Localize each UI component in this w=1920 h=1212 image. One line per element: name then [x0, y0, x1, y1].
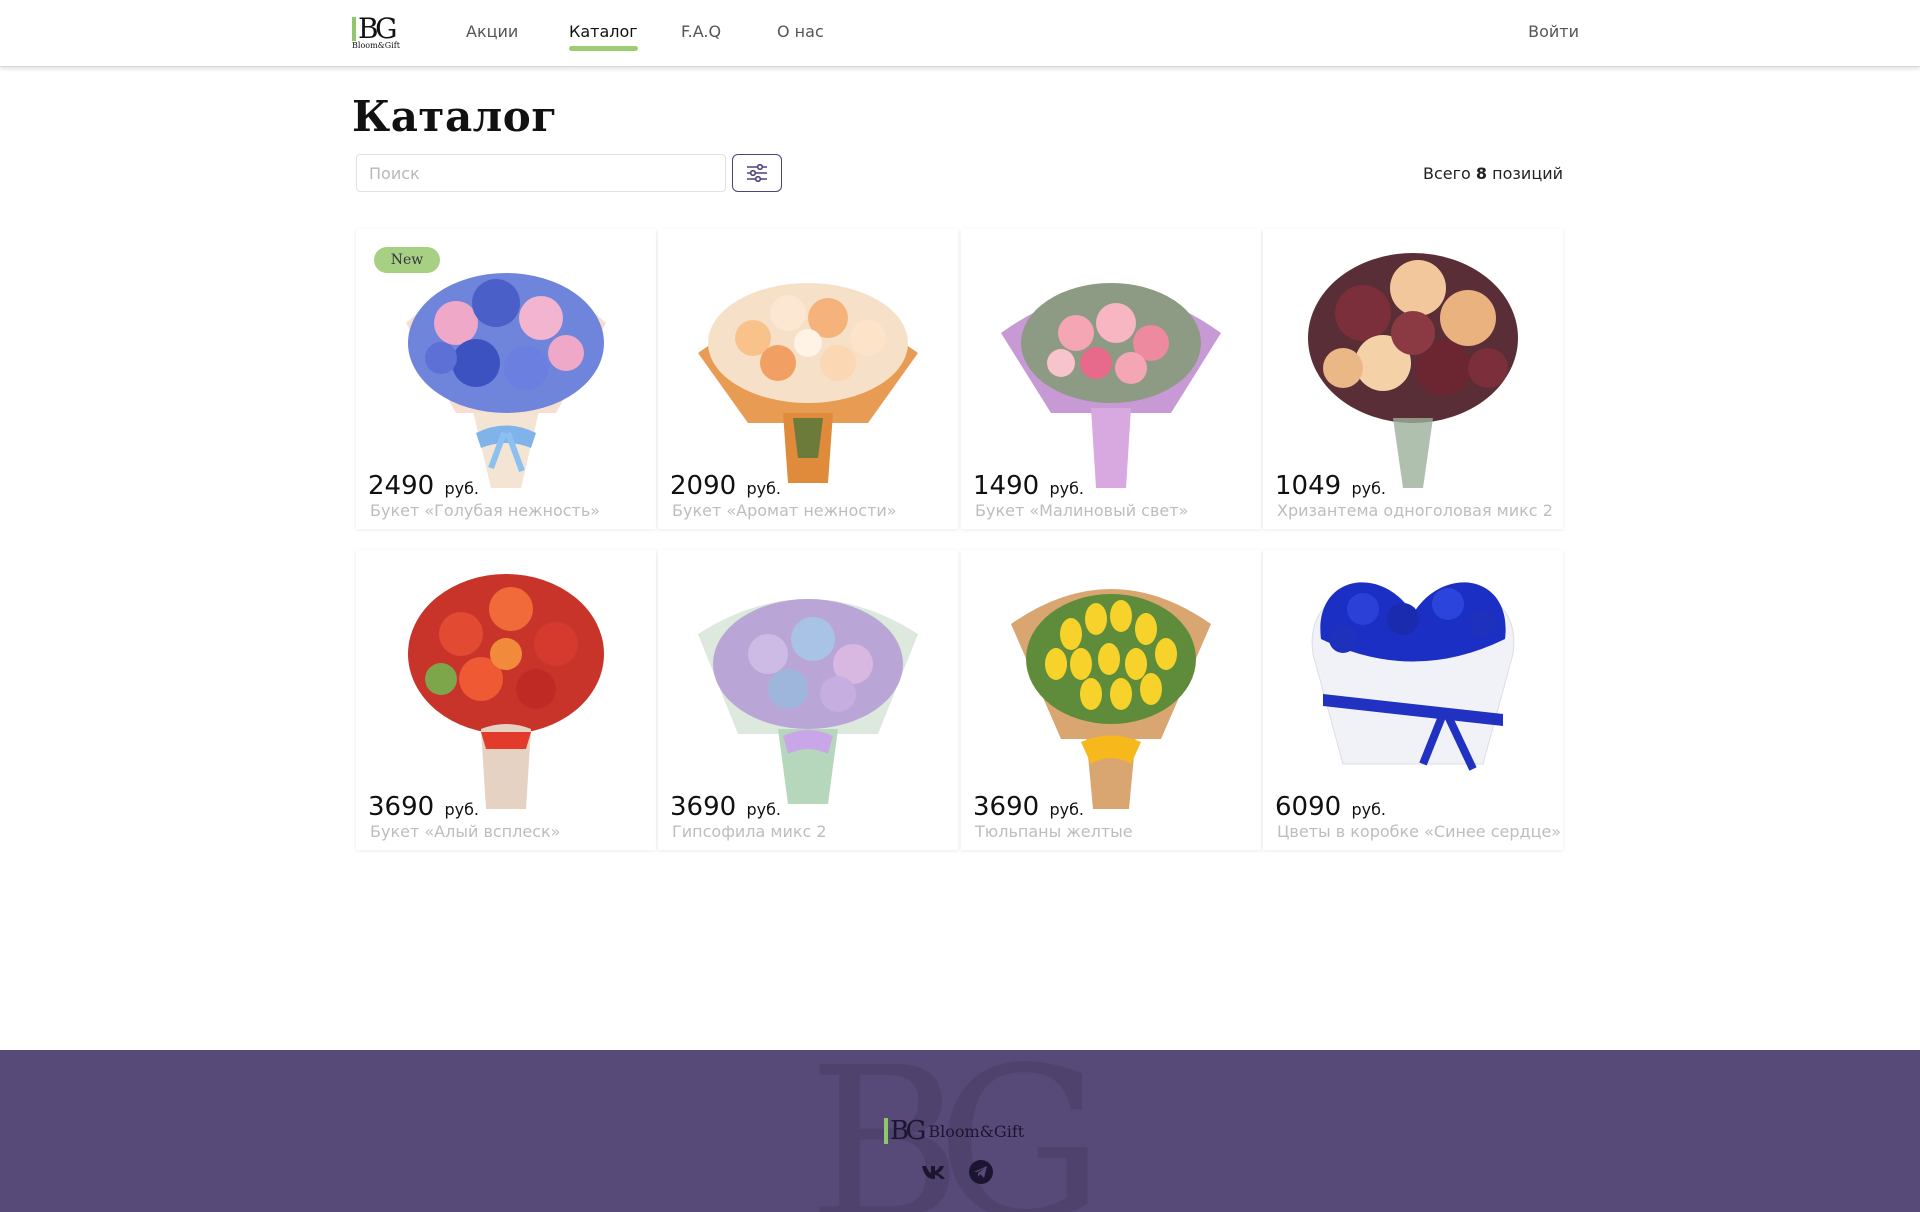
blue-hyacinth-bouquet-image [406, 273, 606, 488]
product-name: Букет «Голубая нежность» [370, 501, 601, 520]
site-header: BG Bloom&Gift Акции Каталог F.A.Q О нас … [0, 0, 1920, 67]
product-name: Цветы в коробке «Синее сердце» [1277, 822, 1562, 841]
blue-heart-box-image [1311, 582, 1515, 771]
nav-catalog[interactable]: Каталог [569, 22, 638, 51]
product-price: 3690 руб. [670, 792, 782, 822]
login-link[interactable]: Войти [1528, 22, 1579, 41]
site-footer: BG BG Bloom&Gift [0, 1050, 1920, 1212]
product-card[interactable]: 1049 руб. Хризантема одноголовая микс 2 [1263, 229, 1563, 529]
footer-brand: Bloom&Gift [928, 1121, 1025, 1141]
product-price: 6090 руб. [1275, 792, 1387, 822]
product-name: Букет «Малиновый свет» [975, 501, 1189, 520]
product-card[interactable]: 6090 руб. Цветы в коробке «Синее сердце» [1263, 550, 1563, 850]
chrysanthemum-mix-bouquet-image [1308, 253, 1518, 488]
logo[interactable]: BG Bloom&Gift [352, 15, 408, 51]
product-name: Хризантема одноголовая микс 2 [1277, 501, 1553, 520]
pink-roses-bouquet-image [1001, 283, 1221, 488]
product-card[interactable]: 3690 руб. Тюльпаны желтые [961, 550, 1261, 850]
vk-icon [922, 1166, 945, 1179]
total-suffix: позиций [1492, 164, 1563, 183]
product-name: Букет «Аромат нежности» [672, 501, 897, 520]
product-name: Тюльпаны желтые [975, 822, 1133, 841]
total-prefix: Всего [1423, 164, 1471, 183]
new-badge: New [374, 247, 440, 273]
product-card[interactable]: 1490 руб. Букет «Малиновый свет» [961, 229, 1261, 529]
product-price: 1049 руб. [1275, 471, 1387, 501]
product-price: 2090 руб. [670, 471, 782, 501]
product-price: 1490 руб. [973, 471, 1085, 501]
product-name: Гипсофила микс 2 [672, 822, 827, 841]
product-name: Букет «Алый всплеск» [370, 822, 561, 841]
telegram-link[interactable] [967, 1158, 995, 1186]
nav-promotions[interactable]: Акции [466, 22, 518, 41]
product-price: 3690 руб. [973, 792, 1085, 822]
product-card[interactable]: 3690 руб. Гипсофила микс 2 [658, 550, 958, 850]
nav-faq[interactable]: F.A.Q [681, 22, 721, 41]
nav-about[interactable]: О нас [777, 22, 824, 41]
peach-gerbera-bouquet-image [698, 283, 918, 483]
gypsophila-mix-bouquet-image [698, 599, 918, 804]
search-input[interactable] [356, 154, 726, 192]
product-card[interactable]: 2090 руб. Букет «Аромат нежности» [658, 229, 958, 529]
yellow-tulips-bouquet-image [1011, 589, 1211, 809]
logo-mark: BG [352, 15, 408, 43]
product-card[interactable]: 3690 руб. Букет «Алый всплеск» [356, 550, 656, 850]
footer-logo-mark: BG [884, 1118, 926, 1144]
filter-sliders-icon [747, 164, 767, 182]
total-count: 8 [1475, 164, 1488, 183]
page-title: Каталог [352, 92, 558, 141]
red-alstroemeria-bouquet-image [408, 574, 604, 809]
product-price: 3690 руб. [368, 792, 480, 822]
filter-button[interactable] [732, 154, 782, 192]
total-count-label: Всего 8 позиций [1423, 164, 1563, 183]
product-card[interactable]: New 2490 руб. Букет «Голубая нежность» [356, 229, 656, 529]
telegram-icon [969, 1160, 993, 1184]
product-price: 2490 руб. [368, 471, 480, 501]
vk-link[interactable] [920, 1158, 948, 1186]
footer-logo[interactable]: BG Bloom&Gift [884, 1118, 1024, 1144]
